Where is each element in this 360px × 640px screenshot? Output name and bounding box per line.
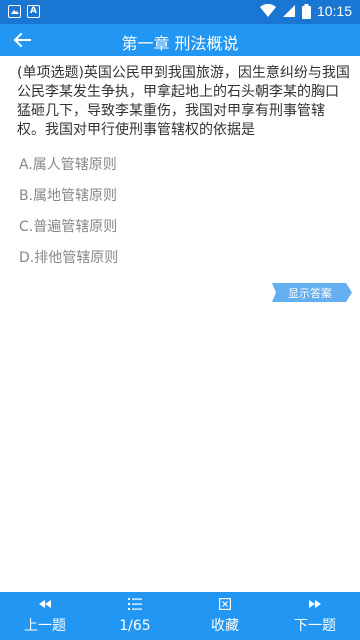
question-text: (单项选题)英国公民甲到我国旅游，因生意纠纷与我国公民李某发生争执，甲拿起地上的… bbox=[17, 65, 350, 138]
page-title: 第一章 刑法概说 bbox=[121, 34, 239, 53]
option-d[interactable]: D.排他管辖原则 bbox=[19, 248, 118, 279]
favorite-button[interactable]: 收藏 bbox=[180, 592, 270, 640]
option-b[interactable]: B.属地管辖原则 bbox=[19, 186, 118, 217]
progress-label: 1/65 bbox=[119, 618, 151, 634]
image-icon bbox=[8, 5, 21, 18]
list-icon bbox=[128, 598, 142, 610]
wifi-icon bbox=[259, 4, 276, 17]
double-right-arrow-icon bbox=[309, 600, 321, 608]
bottom-nav: 上一题 1/65 收藏 下一题 bbox=[0, 592, 360, 640]
battery-icon bbox=[301, 3, 311, 19]
option-c[interactable]: C.普遍管辖原则 bbox=[19, 217, 118, 248]
app-bar: 第一章 刑法概说 bbox=[0, 24, 360, 56]
next-question-button[interactable]: 下一题 bbox=[270, 592, 360, 640]
a-icon: A bbox=[27, 5, 40, 18]
show-answer-label: 显示答案 bbox=[288, 287, 332, 300]
option-a[interactable]: A.属人管辖原则 bbox=[19, 155, 118, 186]
prev-question-label: 上一题 bbox=[24, 618, 66, 634]
next-question-label: 下一题 bbox=[294, 618, 336, 634]
favorite-label: 收藏 bbox=[211, 618, 239, 634]
status-time: 10:15 bbox=[316, 3, 352, 19]
prev-question-button[interactable]: 上一题 bbox=[0, 592, 90, 640]
question-list-button[interactable]: 1/65 bbox=[90, 592, 180, 640]
status-bar: A 10:15 bbox=[0, 0, 360, 24]
signal-icon bbox=[282, 5, 295, 17]
options-list: A.属人管辖原则 B.属地管辖原则 C.普遍管辖原则 D.排他管辖原则 bbox=[19, 155, 118, 279]
boxed-x-icon bbox=[219, 598, 231, 610]
show-answer-button[interactable]: 显示答案 bbox=[272, 283, 352, 302]
double-left-arrow-icon bbox=[39, 600, 51, 608]
